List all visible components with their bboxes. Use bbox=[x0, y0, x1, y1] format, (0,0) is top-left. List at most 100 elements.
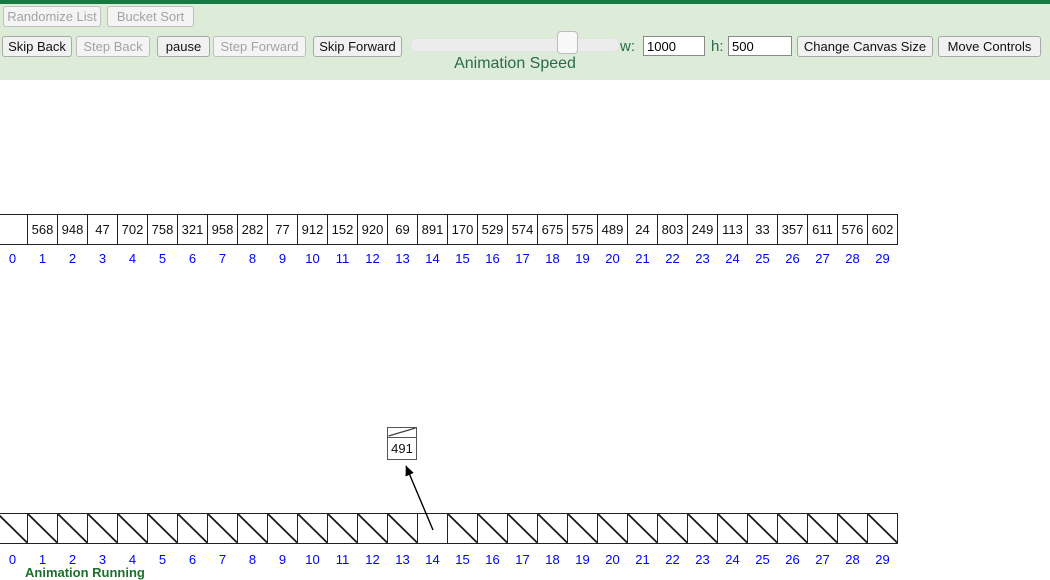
animation-speed-slider-thumb[interactable] bbox=[557, 31, 578, 54]
array-cell: 803 bbox=[657, 214, 688, 245]
bucket-cell bbox=[597, 513, 628, 544]
canvas-width-label: w: bbox=[620, 38, 635, 55]
change-canvas-size-button[interactable]: Change Canvas Size bbox=[797, 36, 933, 57]
array-cell: 920 bbox=[357, 214, 388, 245]
array-index-label: 16 bbox=[477, 251, 508, 266]
bucket-cell bbox=[747, 513, 778, 544]
array-index-label: 12 bbox=[357, 251, 388, 266]
array-cell: 113 bbox=[717, 214, 748, 245]
toolbar: Randomize List Bucket Sort Skip Back Ste… bbox=[0, 0, 1050, 80]
node-null-next-pointer bbox=[388, 428, 416, 438]
status-text: Animation Running bbox=[25, 565, 145, 580]
bucket-index-label: 18 bbox=[537, 552, 568, 567]
bucket-index-label: 5 bbox=[147, 552, 178, 567]
bucket-cell bbox=[657, 513, 688, 544]
array-index-label: 15 bbox=[447, 251, 478, 266]
canvas-lines-layer bbox=[0, 80, 1050, 580]
array-cell: 170 bbox=[447, 214, 478, 245]
canvas-height-input[interactable] bbox=[728, 36, 792, 56]
skip-back-button[interactable]: Skip Back bbox=[2, 36, 72, 57]
array-cell: 574 bbox=[507, 214, 538, 245]
array-index-label: 21 bbox=[627, 251, 658, 266]
bucket-index-label: 10 bbox=[297, 552, 328, 567]
randomize-list-button[interactable]: Randomize List bbox=[3, 6, 101, 27]
bucket-cell bbox=[777, 513, 808, 544]
array-index-label: 18 bbox=[537, 251, 568, 266]
array-cell: 33 bbox=[747, 214, 778, 245]
array-index-label: 7 bbox=[207, 251, 238, 266]
array-index-label: 17 bbox=[507, 251, 538, 266]
top-strip bbox=[0, 0, 1050, 4]
array-cell: 69 bbox=[387, 214, 418, 245]
array-cell: 24 bbox=[627, 214, 658, 245]
bucket-index-label: 0 bbox=[0, 552, 28, 567]
bucket-cell bbox=[147, 513, 178, 544]
bucket-cell bbox=[207, 513, 238, 544]
array-index-label: 1 bbox=[27, 251, 58, 266]
bucket-index-label: 12 bbox=[357, 552, 388, 567]
bucket-index-label: 23 bbox=[687, 552, 718, 567]
bucket-index-label: 13 bbox=[387, 552, 418, 567]
array-cell: 758 bbox=[147, 214, 178, 245]
bucket-cell bbox=[87, 513, 118, 544]
bucket-cell bbox=[357, 513, 388, 544]
array-index-label: 11 bbox=[327, 251, 358, 266]
bucket-cell bbox=[447, 513, 478, 544]
bucket-cell bbox=[27, 513, 58, 544]
array-cell: 249 bbox=[687, 214, 718, 245]
array-index-label: 4 bbox=[117, 251, 148, 266]
array-index-label: 19 bbox=[567, 251, 598, 266]
array-index-label: 25 bbox=[747, 251, 778, 266]
bucket-cell bbox=[687, 513, 718, 544]
bucket-cell bbox=[477, 513, 508, 544]
bucket-index-label: 16 bbox=[477, 552, 508, 567]
array-index-label: 23 bbox=[687, 251, 718, 266]
step-back-button[interactable]: Step Back bbox=[76, 36, 150, 57]
bucket-index-label: 20 bbox=[597, 552, 628, 567]
array-cell: 575 bbox=[567, 214, 598, 245]
bucket-index-label: 14 bbox=[417, 552, 448, 567]
array-index-label: 13 bbox=[387, 251, 418, 266]
array-cell: 152 bbox=[327, 214, 358, 245]
bucket-index-label: 26 bbox=[777, 552, 808, 567]
array-cell: 357 bbox=[777, 214, 808, 245]
step-forward-button[interactable]: Step Forward bbox=[213, 36, 306, 57]
array-cell: 576 bbox=[837, 214, 868, 245]
array-index-label: 0 bbox=[0, 251, 28, 266]
array-index-label: 27 bbox=[807, 251, 838, 266]
array-index-label: 2 bbox=[57, 251, 88, 266]
bucket-cell bbox=[537, 513, 568, 544]
array-index-label: 14 bbox=[417, 251, 448, 266]
bucket-index-label: 15 bbox=[447, 552, 478, 567]
array-index-label: 10 bbox=[297, 251, 328, 266]
bucket-cell bbox=[57, 513, 88, 544]
bucket-cell bbox=[867, 513, 898, 544]
skip-forward-button[interactable]: Skip Forward bbox=[313, 36, 402, 57]
bucket-index-label: 8 bbox=[237, 552, 268, 567]
animation-speed-slider-track[interactable] bbox=[410, 38, 620, 52]
array-cell: 912 bbox=[297, 214, 328, 245]
canvas-width-input[interactable] bbox=[643, 36, 705, 56]
bucket-index-label: 17 bbox=[507, 552, 538, 567]
bucket-cell bbox=[717, 513, 748, 544]
array-index-label: 6 bbox=[177, 251, 208, 266]
bucket-cell bbox=[327, 513, 358, 544]
bucket-cell bbox=[837, 513, 868, 544]
bucket-index-label: 9 bbox=[267, 552, 298, 567]
array-cell: 958 bbox=[207, 214, 238, 245]
bucket-cell bbox=[507, 513, 538, 544]
bucket-index-label: 27 bbox=[807, 552, 838, 567]
move-controls-button[interactable]: Move Controls bbox=[938, 36, 1041, 57]
pause-button[interactable]: pause bbox=[157, 36, 210, 57]
bucket-index-label: 7 bbox=[207, 552, 238, 567]
bucket-index-label: 25 bbox=[747, 552, 778, 567]
animation-speed-label: Animation Speed bbox=[413, 55, 617, 73]
array-index-label: 26 bbox=[777, 251, 808, 266]
bucket-sort-button[interactable]: Bucket Sort bbox=[107, 6, 194, 27]
array-cell: 891 bbox=[417, 214, 448, 245]
bucket-cell bbox=[807, 513, 838, 544]
bucket-cell bbox=[567, 513, 598, 544]
bucket-index-label: 21 bbox=[627, 552, 658, 567]
bucket-cell bbox=[177, 513, 208, 544]
array-cell: 702 bbox=[117, 214, 148, 245]
